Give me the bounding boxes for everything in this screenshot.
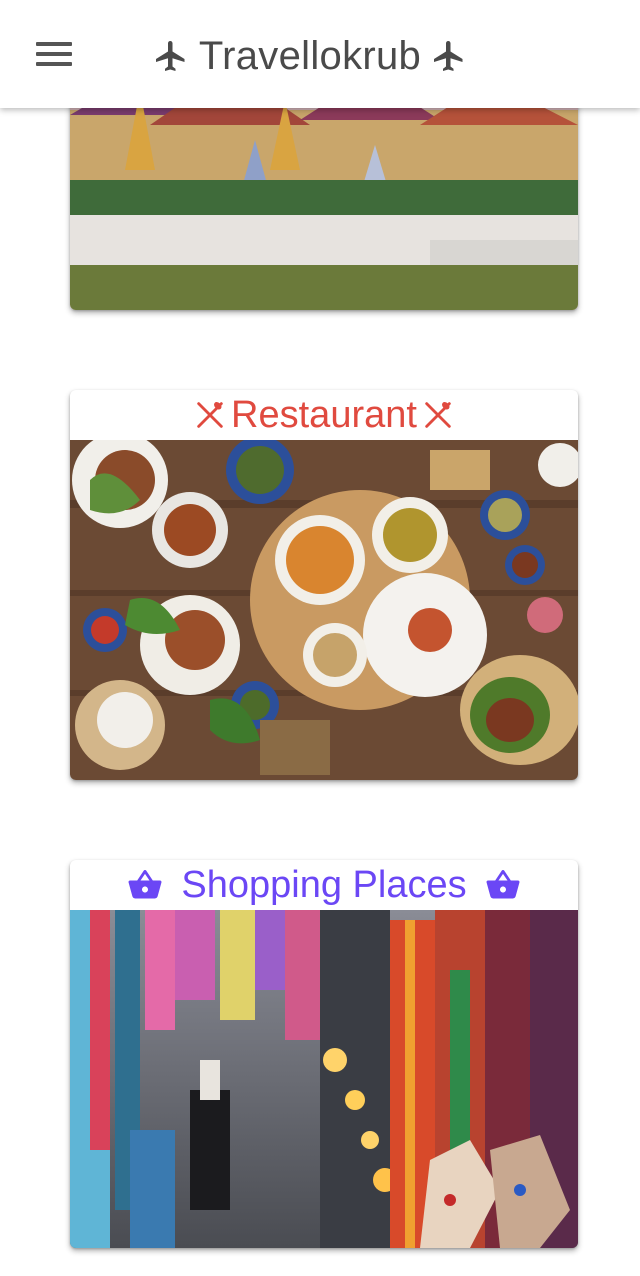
app-bar: Travellokrub	[0, 0, 640, 108]
airplane-icon	[434, 41, 463, 71]
app-title-group: Travellokrub	[130, 26, 490, 86]
card-label: Shopping Places	[181, 863, 467, 906]
card-label: Restaurant	[231, 393, 417, 436]
cutlery-icon	[197, 402, 223, 428]
cutlery-icon	[425, 402, 451, 428]
shopping-basket-icon	[128, 869, 162, 899]
app-title: Travellokrub	[198, 33, 422, 78]
restaurant-card[interactable]: Restaurant	[70, 390, 578, 780]
thai-food-spread-photo	[70, 440, 578, 780]
card-header: Restaurant	[70, 390, 578, 440]
market-stalls-photo	[70, 910, 578, 1248]
menu-icon-bar	[36, 52, 72, 56]
airplane-icon	[155, 41, 185, 71]
card-header: Shopping Places	[70, 860, 578, 910]
shopping-basket-icon	[486, 869, 520, 899]
menu-button[interactable]	[30, 34, 78, 74]
menu-icon-bar	[36, 42, 72, 46]
menu-icon-bar	[36, 62, 72, 66]
shopping-card[interactable]: Shopping Places	[70, 860, 578, 1248]
